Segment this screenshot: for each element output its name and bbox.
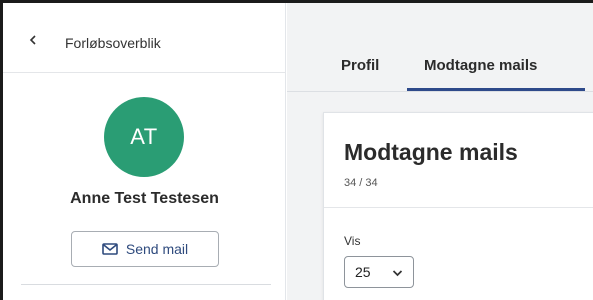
card-divider [324, 207, 593, 208]
send-mail-label: Send mail [125, 241, 189, 257]
sidebar-divider [21, 284, 271, 285]
main-content: Profil Modtagne mails Modtagne mails 34 … [287, 3, 593, 300]
page-size-select[interactable]: 25 [344, 256, 414, 288]
back-row[interactable]: Forløbsoverblik [3, 3, 286, 73]
tab-bar: Profil Modtagne mails [287, 3, 593, 92]
tab-profil[interactable]: Profil [341, 57, 379, 74]
tab-modtagne-mails[interactable]: Modtagne mails [424, 57, 537, 74]
mail-count: 34 / 34 [344, 177, 378, 189]
chevron-down-icon [392, 270, 403, 277]
avatar: AT [104, 97, 184, 177]
mails-card: Modtagne mails 34 / 34 Vis 25 [323, 112, 593, 300]
envelope-icon [102, 243, 118, 255]
page-size-label: Vis [344, 234, 361, 248]
user-name: Anne Test Testesen [70, 190, 219, 207]
card-title: Modtagne mails [344, 139, 518, 165]
back-link[interactable]: Forløbsoverblik [65, 35, 161, 51]
page-size-value: 25 [355, 264, 371, 280]
active-tab-indicator [407, 88, 585, 91]
sidebar: Forløbsoverblik AT Anne Test Testesen Se… [3, 3, 286, 300]
chevron-left-icon[interactable] [27, 33, 39, 47]
send-mail-button[interactable]: Send mail [71, 231, 219, 267]
